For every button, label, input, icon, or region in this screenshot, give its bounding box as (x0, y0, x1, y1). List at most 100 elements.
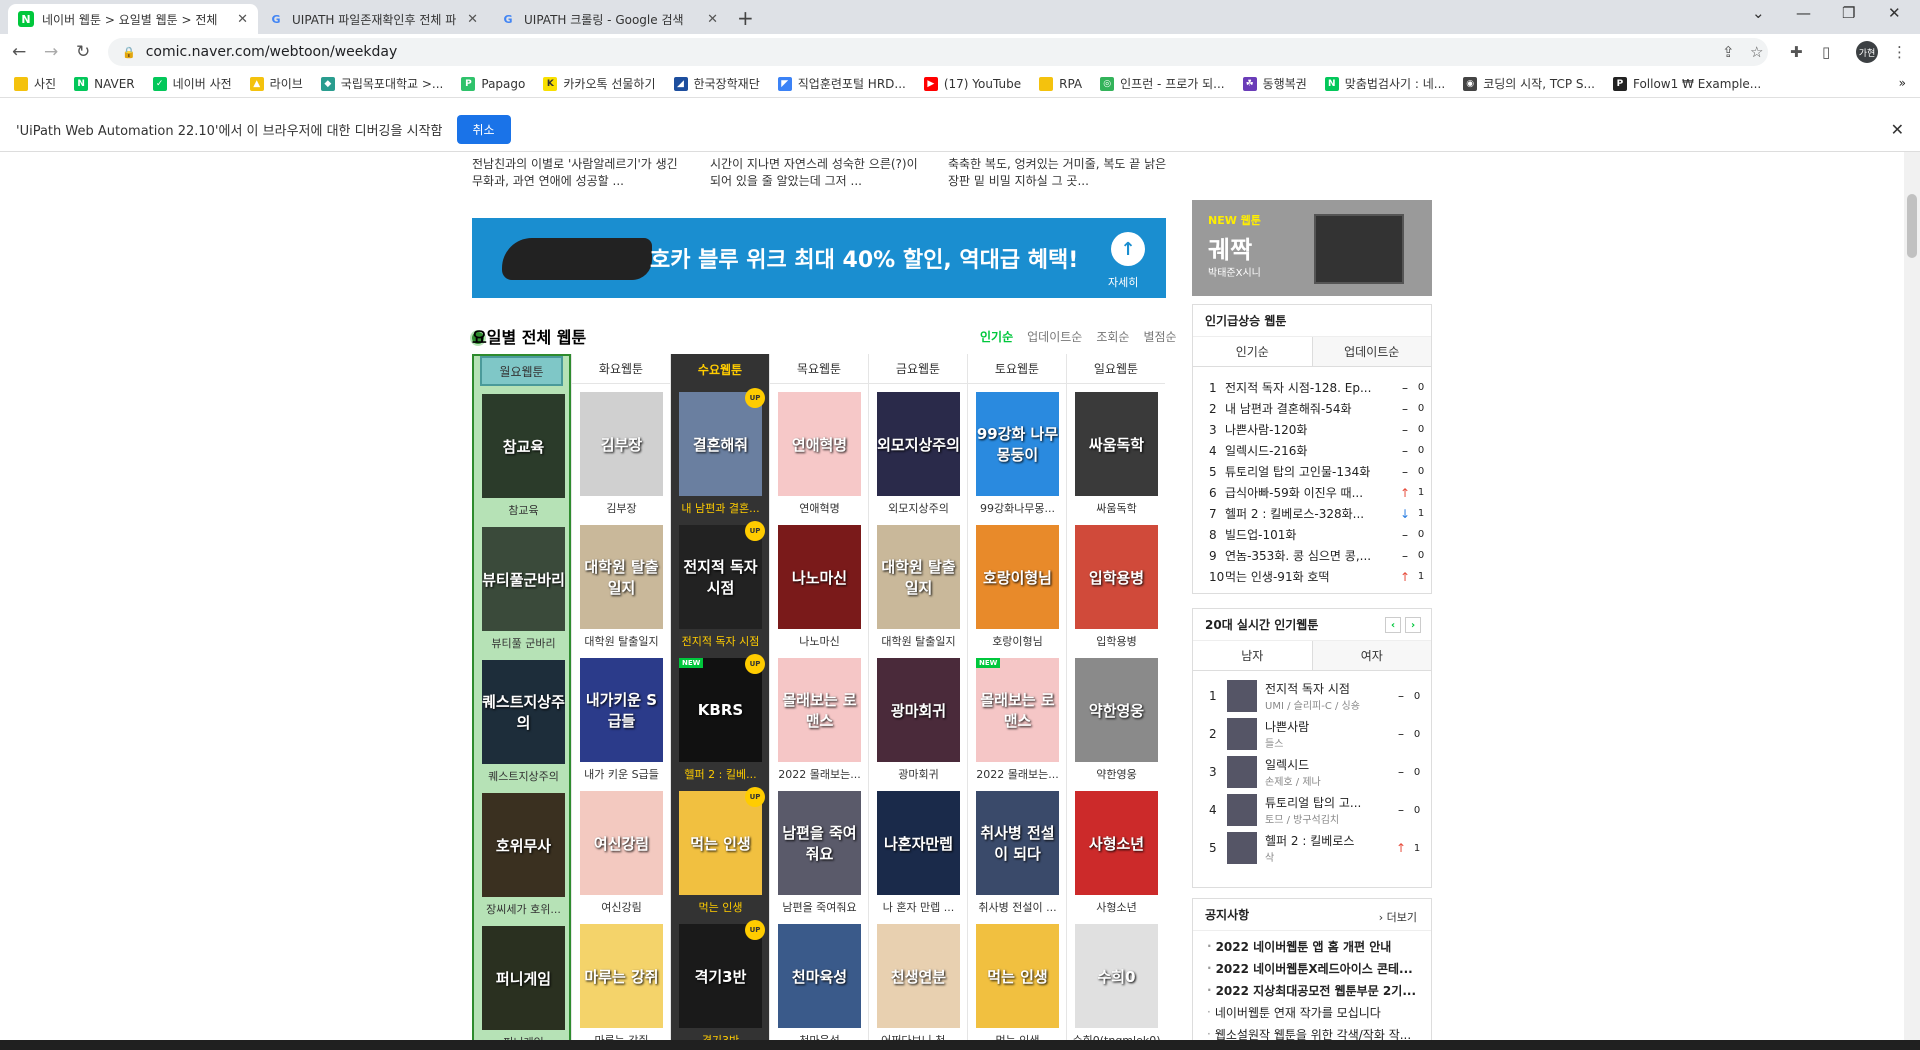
webtoon-title[interactable]: 남편을 죽여줘요 (770, 899, 869, 915)
rank-row[interactable]: 5 튜토리얼 탑의 고인물-134화 –0 (1193, 461, 1431, 482)
avatar[interactable]: 가현 (1856, 41, 1878, 63)
rank-title[interactable]: 튜토리얼 탑의 고인물-134화 (1225, 463, 1395, 480)
webtoon-title[interactable]: 2022 몰래보는... (770, 766, 869, 782)
webtoon-title[interactable]: 내가 키운 S급들 (572, 766, 671, 782)
infobar-close-icon[interactable]: ✕ (1891, 120, 1904, 139)
close-tab-icon[interactable]: ✕ (467, 12, 478, 27)
webtoon-thumbnail[interactable]: 퍼니게임 (482, 926, 565, 1030)
notice-item[interactable]: · 네이버웹툰 연재 작가를 모십니다 (1193, 1001, 1431, 1023)
rank-row[interactable]: 3 나쁜사람-120화 –0 (1193, 419, 1431, 440)
webtoon-item[interactable]: 몰래보는 로맨스 NEW 2022 몰래보는... (968, 650, 1066, 783)
webtoon-thumbnail[interactable]: 참교육 (482, 394, 565, 498)
webtoon-title[interactable]: 전지적 독자 시점 (671, 633, 770, 649)
webtoon-title[interactable]: 뷰티풀 군바리 (474, 635, 573, 651)
webtoon-item[interactable]: 참교육 참교육 (474, 386, 569, 519)
webtoon-thumbnail[interactable]: 뷰티풀군바리 (482, 527, 565, 631)
address-bar[interactable]: 🔒 comic.naver.com/webtoon/weekday (108, 38, 1768, 66)
bookmark-item[interactable]: ◎ 인프런 - 프로가 되... (1100, 75, 1225, 92)
rank-row[interactable]: 10 먹는 인생-91화 호떡 ↑ 1 (1193, 566, 1431, 587)
webtoon-title[interactable]: 사형소년 (1067, 899, 1166, 915)
webtoon-thumbnail[interactable]: 몰래보는 로맨스 (976, 658, 1059, 762)
webtoon-title[interactable]: 입학용병 (1067, 633, 1166, 649)
webtoon-thumbnail[interactable]: 천생연분 (877, 924, 960, 1028)
scrollbar-thumb[interactable] (1907, 194, 1917, 258)
webtoon-title[interactable]: 대학원 탈출일지 (869, 633, 968, 649)
rank-row[interactable]: 4 일렉시드-216화 –0 (1193, 440, 1431, 461)
webtoon-description[interactable]: 축축한 복도, 엉켜있는 거미줄, 복도 끝 낡은 장판 밑 비밀 지하실 그 … (948, 156, 1168, 190)
webtoon-title[interactable]: 취사병 전설이 ... (968, 899, 1067, 915)
webtoon-title[interactable]: 퀘스트지상주의 (474, 768, 573, 784)
close-tab-icon[interactable]: ✕ (707, 12, 718, 27)
more-bookmarks-icon[interactable]: » (1899, 76, 1906, 90)
webtoon-thumbnail[interactable]: 여신강림 (580, 791, 663, 895)
page-scrollbar[interactable] (1904, 152, 1920, 1040)
window-close-icon[interactable]: ✕ (1888, 4, 1901, 22)
day-tab[interactable]: 수요웹툰 (671, 354, 769, 384)
webtoon-item[interactable]: 약한영웅 약한영웅 (1067, 650, 1165, 783)
webtoon-thumbnail[interactable]: 천마육성 (778, 924, 861, 1028)
ad-banner[interactable]: 호카 블루 위크 최대 40% 할인, 역대급 혜택! ↑ 자세히 (472, 218, 1166, 298)
bookmark-item[interactable]: K 카카오톡 선물하기 (543, 75, 656, 92)
webtoon-item[interactable]: 남편을 죽여줘요 남편을 죽여줘요 (770, 783, 868, 916)
notice-item[interactable]: · 2022 지상최대공모전 웹툰부문 2기... (1193, 979, 1431, 1001)
webtoon-title[interactable]: 장씨세가 호위... (474, 901, 573, 917)
day-tab[interactable]: 토요웹툰 (968, 354, 1066, 384)
webtoon-thumbnail[interactable]: 남편을 죽여줘요 (778, 791, 861, 895)
webtoon-item[interactable]: 몰래보는 로맨스 2022 몰래보는... (770, 650, 868, 783)
webtoon-title[interactable]: 대학원 탈출일지 (572, 633, 671, 649)
rising-tab-popular[interactable]: 인기순 (1193, 337, 1313, 366)
webtoon-thumbnail[interactable]: 99강화 나무몽둥이 (976, 392, 1059, 496)
rank-title[interactable]: 먹는 인생-91화 호떡 (1225, 568, 1395, 585)
webtoon-thumbnail[interactable]: 대학원 탈출일지 (877, 525, 960, 629)
webtoon-title[interactable]: 싸움독학 (1067, 500, 1166, 516)
rank-title[interactable]: 내 남편과 결혼해줘-54화 (1225, 400, 1395, 417)
bookmark-item[interactable]: ✓ 네이버 사전 (152, 75, 232, 92)
rank-title[interactable]: 나쁜사람-120화 (1225, 421, 1395, 438)
day-tab[interactable]: 화요웹툰 (572, 354, 670, 384)
webtoon-item[interactable]: 전지적 독자 시점 UP 전지적 독자 시점 (671, 517, 769, 650)
webtoon-item[interactable]: 퀘스트지상주의 퀘스트지상주의 (474, 652, 569, 785)
bookmark-item[interactable]: ☘ 동행복권 (1242, 75, 1307, 92)
webtoon-thumbnail[interactable]: 나혼자만렙 (877, 791, 960, 895)
webtoon-thumbnail[interactable]: 퀘스트지상주의 (482, 660, 565, 764)
arrow-up-icon[interactable]: ↑ (1111, 232, 1145, 266)
realtime-row[interactable]: 4 튜토리얼 탑의 고... 토므 / 방구석김치 –0 (1193, 791, 1431, 829)
webtoon-item[interactable]: 마루는 강쥐마루는 강쥐 (572, 916, 670, 1049)
webtoon-item[interactable]: 김부장 김부장 (572, 384, 670, 517)
minimize-icon[interactable]: — (1796, 4, 1811, 22)
rank-row[interactable]: 7 헬퍼 2 : 킬베로스-328화... ↓ 1 (1193, 503, 1431, 524)
day-tab[interactable]: 월요웹툰 (480, 356, 563, 386)
notice-item[interactable]: · 2022 네이버웹툰 앱 홈 개편 안내 (1193, 935, 1431, 957)
webtoon-item[interactable]: 뷰티풀군바리 뷰티풀 군바리 (474, 519, 569, 652)
realtime-row[interactable]: 1 전지적 독자 시점 UMI / 슬리피-C / 싱숑 –0 (1193, 677, 1431, 715)
webtoon-item[interactable]: 취사병 전설이 되다 취사병 전설이 ... (968, 783, 1066, 916)
webtoon-thumbnail[interactable]: 격기3반 (679, 924, 762, 1028)
webtoon-item[interactable]: 호랑이형님 호랑이형님 (968, 517, 1066, 650)
cancel-debug-button[interactable]: 취소 (456, 115, 511, 144)
day-tab[interactable]: 금요웹툰 (869, 354, 967, 384)
menu-icon[interactable]: ⋮ (1892, 43, 1907, 61)
bookmark-item[interactable]: P Follow1 ₩ Example... (1612, 76, 1761, 91)
webtoon-item[interactable]: 외모지상주의 외모지상주의 (869, 384, 967, 517)
webtoon-title[interactable]: 내 남편과 결혼... (671, 500, 770, 516)
bookmark-item[interactable]: ◤ 직업훈련포털 HRD... (777, 75, 906, 92)
webtoon-thumbnail[interactable] (1227, 756, 1257, 788)
rank-title[interactable]: 일렉시드-216화 (1225, 442, 1395, 459)
share-icon[interactable]: ⇪ (1722, 43, 1735, 61)
webtoon-description[interactable]: 시간이 지나면 자연스레 성숙한 으른(?)이 되어 있을 줄 알았는데 그저 … (710, 156, 930, 190)
webtoon-thumbnail[interactable]: 결혼해줘 (679, 392, 762, 496)
webtoon-title[interactable]: 연애혁명 (770, 500, 869, 516)
webtoon-item[interactable]: 내가키운 S급들 내가 키운 S급들 (572, 650, 670, 783)
bookmark-item[interactable]: N NAVER (74, 76, 135, 91)
rank-row[interactable]: 1 전지적 독자 시점-128. Ep... –0 (1193, 377, 1431, 398)
webtoon-title[interactable]: 참교육 (474, 502, 573, 518)
rank-row[interactable]: 8 빌드업-101화 –0 (1193, 524, 1431, 545)
realtime-row[interactable]: 5 헬퍼 2 : 킬베로스 삭 ↑ 1 (1193, 829, 1431, 867)
webtoon-thumbnail[interactable]: 몰래보는 로맨스 (778, 658, 861, 762)
webtoon-thumbnail[interactable] (1227, 794, 1257, 826)
banner-more-link[interactable]: 자세히 (1108, 274, 1138, 290)
new-tab-icon[interactable]: + (737, 6, 754, 30)
rank-row[interactable]: 2 내 남편과 결혼해줘-54화 –0 (1193, 398, 1431, 419)
webtoon-thumbnail[interactable]: 마루는 강쥐 (580, 924, 663, 1028)
webtoon-thumbnail[interactable]: 김부장 (580, 392, 663, 496)
